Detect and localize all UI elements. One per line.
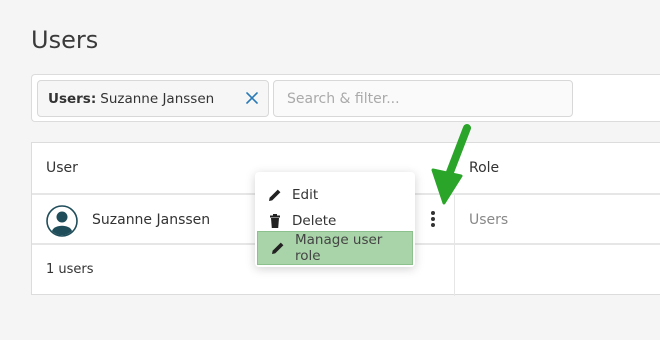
menu-item-manage-user-role[interactable]: Manage user role (257, 231, 413, 265)
pencil-icon (269, 189, 281, 201)
row-context-menu: Edit Delete Manage user role (255, 172, 415, 267)
user-role: Users (469, 212, 509, 228)
pencil-icon (272, 242, 284, 254)
user-name[interactable]: Suzanne Janssen (92, 212, 210, 228)
menu-item-label: Delete (292, 213, 337, 229)
column-header-user[interactable]: User (46, 160, 78, 176)
menu-item-label: Manage user role (295, 232, 383, 264)
close-icon[interactable] (244, 90, 260, 106)
table-footer-count: 1 users (46, 262, 94, 277)
menu-item-edit[interactable]: Edit (255, 182, 415, 208)
filter-bar: Users: Suzanne Janssen (31, 74, 660, 122)
trash-icon (270, 214, 280, 228)
column-header-role[interactable]: Role (469, 160, 499, 176)
filter-chip-key: Users: (48, 90, 97, 107)
filter-chip-users[interactable]: Users: Suzanne Janssen (37, 80, 269, 117)
filter-chip-value: Suzanne Janssen (100, 90, 215, 107)
user-avatar-icon (46, 205, 78, 237)
menu-item-label: Edit (292, 187, 319, 203)
page-title: Users (31, 26, 99, 54)
row-actions-kebab-icon[interactable] (425, 208, 441, 230)
search-input[interactable] (273, 80, 573, 117)
